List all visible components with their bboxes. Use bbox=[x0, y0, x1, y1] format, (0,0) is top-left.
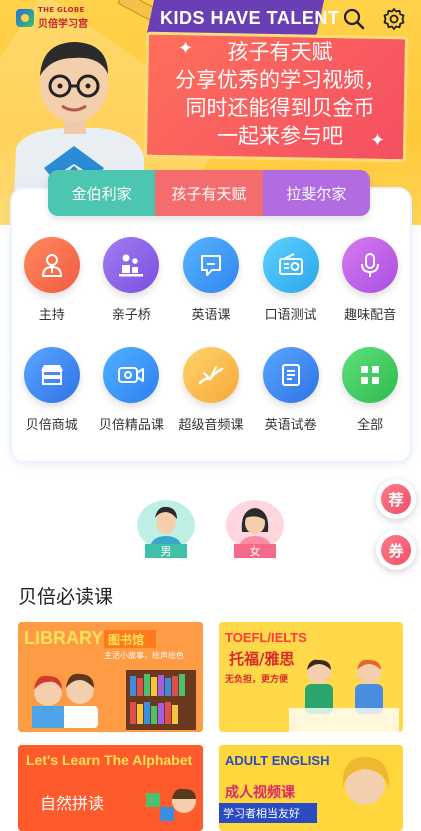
chat-icon bbox=[182, 237, 239, 293]
radio-icon bbox=[262, 237, 319, 293]
host-icon bbox=[23, 237, 80, 293]
kids-talent-text: KIDS HAVE TALENT bbox=[160, 8, 340, 28]
grid-item-label: 主持 bbox=[38, 308, 65, 323]
male-label: 男 bbox=[145, 544, 187, 558]
course-desc: 主活小故事，绘声绘色 bbox=[104, 650, 184, 660]
sparkle-icon: ✦ bbox=[178, 38, 194, 59]
grid-item-all[interactable]: 全部 bbox=[330, 347, 410, 433]
function-grid-card: 主持 亲子桥 英语课 口语测试 趣味配音 贝倍商城 贝倍精品课 超级音频课 英语… bbox=[12, 189, 410, 461]
course-card-library[interactable]: LIBRARY 图书馆 主活小故事，绘声绘色 bbox=[18, 622, 203, 732]
grid-item-label: 英语试卷 bbox=[264, 418, 317, 433]
grid-item-label: 亲子桥 bbox=[111, 308, 151, 323]
grid-item-oral-test[interactable]: 口语测试 bbox=[251, 237, 331, 323]
logo-english: THE GLOBE bbox=[38, 6, 85, 14]
paper-icon bbox=[262, 347, 319, 403]
coupon-label: 券 bbox=[381, 535, 411, 565]
course-subtitle: 自然拼读 bbox=[40, 794, 104, 813]
library-course-image: LIBRARY 图书馆 主活小故事，绘声绘色 bbox=[18, 622, 203, 732]
banner-line: 分享优秀的学习视频， bbox=[175, 68, 385, 92]
course-card-toefl[interactable]: TOEFL/IELTS 托福/雅思 无负担，更方便 bbox=[219, 622, 403, 732]
grid-item-label: 口语测试 bbox=[264, 308, 317, 323]
toefl-course-image: TOEFL/IELTS 托福/雅思 无负担，更方便 bbox=[219, 622, 403, 732]
male-avatar-button[interactable]: 男 bbox=[137, 500, 195, 562]
female-label: 女 bbox=[234, 544, 276, 558]
alphabet-course-image: Let's Learn The Alphabet 自然拼读 bbox=[18, 745, 203, 831]
grid-item-audio-course[interactable]: 超级音频课 bbox=[171, 347, 251, 433]
search-icon[interactable] bbox=[341, 6, 367, 32]
grid-item-test-paper[interactable]: 英语试卷 bbox=[251, 347, 331, 433]
course-desc: 学习者相当友好 bbox=[223, 806, 300, 820]
female-avatar-button[interactable]: 女 bbox=[226, 500, 284, 562]
category-tabs: 金伯利家 孩子有天赋 拉斐尔家 bbox=[48, 170, 370, 216]
adult-english-course-image: ADULT ENGLISH 成人视频课 学习者相当友好 bbox=[219, 745, 403, 831]
banner-line: 同时还能得到贝金币 bbox=[185, 96, 375, 120]
settings-icon[interactable] bbox=[381, 6, 407, 32]
course-title: TOEFL/IELTS bbox=[225, 630, 307, 645]
recommend-button[interactable]: 荐 bbox=[376, 479, 416, 519]
course-title: ADULT ENGLISH bbox=[225, 753, 329, 768]
course-title: LIBRARY bbox=[24, 628, 103, 648]
grid-item-label: 超级音频课 bbox=[178, 418, 244, 433]
course-subtitle: 图书馆 bbox=[108, 632, 144, 647]
section-title: 贝倍必读课 bbox=[18, 586, 114, 608]
course-subtitle: 成人视频课 bbox=[225, 784, 296, 801]
course-card-adult-english[interactable]: ADULT ENGLISH 成人视频课 学习者相当友好 bbox=[219, 745, 403, 831]
grid-icon bbox=[342, 347, 399, 403]
video-icon bbox=[103, 347, 160, 403]
tab-raphael[interactable]: 拉斐尔家 bbox=[262, 170, 370, 216]
tab-kids-talent[interactable]: 孩子有天赋 bbox=[155, 170, 263, 216]
shop-icon bbox=[23, 347, 80, 403]
grid-item-dubbing[interactable]: 趣味配音 bbox=[330, 237, 410, 323]
grid-item-label: 贝倍精品课 bbox=[98, 418, 164, 433]
audio-icon bbox=[182, 347, 239, 403]
grid-item-english-class[interactable]: 英语课 bbox=[171, 237, 251, 323]
grid-item-label: 英语课 bbox=[191, 308, 231, 323]
course-desc: 无负担，更方便 bbox=[224, 673, 289, 685]
course-title: Let's Learn The Alphabet bbox=[26, 752, 193, 768]
coupon-button[interactable]: 券 bbox=[376, 530, 416, 570]
grid-item-label: 趣味配音 bbox=[344, 308, 397, 323]
microphone-icon bbox=[342, 237, 399, 293]
grid-item-label: 贝倍商城 bbox=[25, 418, 78, 433]
recommend-label: 荐 bbox=[381, 484, 411, 514]
bridge-icon bbox=[103, 237, 160, 293]
grid-item-host[interactable]: 主持 bbox=[12, 237, 92, 323]
grid-item-shop[interactable]: 贝倍商城 bbox=[12, 347, 92, 433]
course-card-alphabet[interactable]: Let's Learn The Alphabet 自然拼读 bbox=[18, 745, 203, 831]
grid-item-bridge[interactable]: 亲子桥 bbox=[92, 237, 172, 323]
tab-kimberly[interactable]: 金伯利家 bbox=[48, 170, 156, 216]
grid-item-premium-course[interactable]: 贝倍精品课 bbox=[92, 347, 172, 433]
course-subtitle: 托福/雅思 bbox=[229, 650, 294, 668]
grid-item-label: 全部 bbox=[357, 418, 384, 433]
function-grid: 主持 亲子桥 英语课 口语测试 趣味配音 贝倍商城 贝倍精品课 超级音频课 英语… bbox=[12, 237, 410, 433]
sparkle-icon: ✦ bbox=[370, 130, 386, 151]
